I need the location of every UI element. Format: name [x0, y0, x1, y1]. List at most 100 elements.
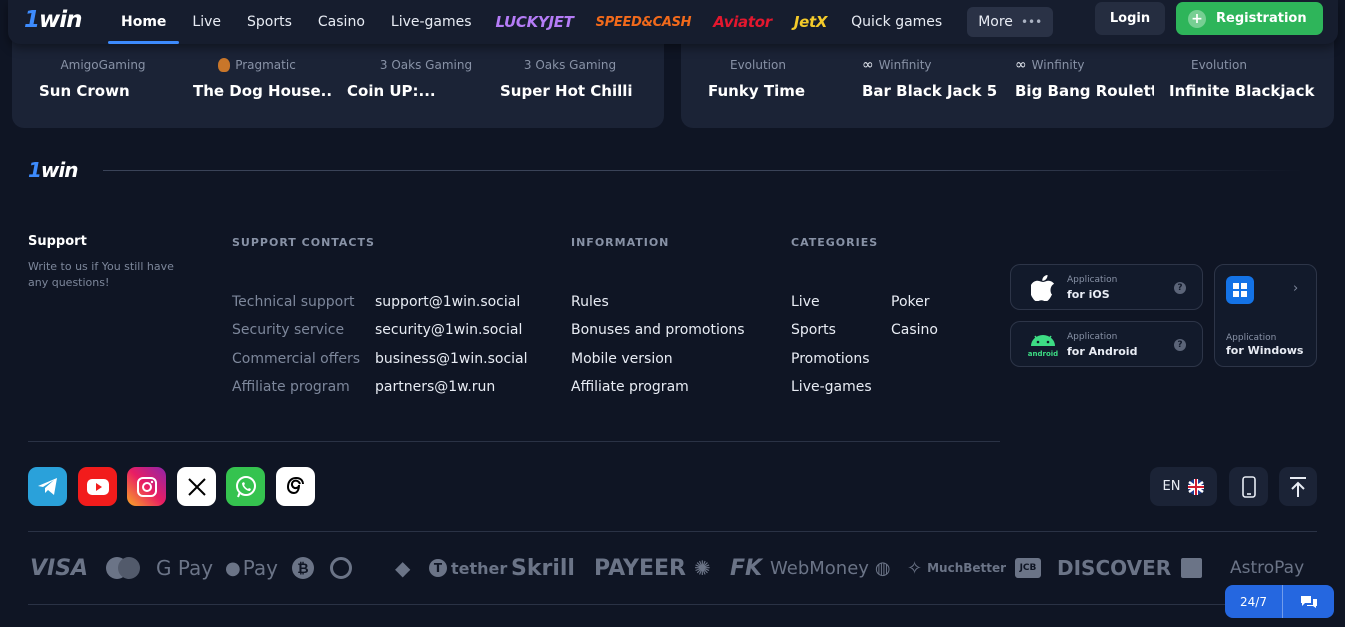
info-link-mobile[interactable]: Mobile version [571, 351, 673, 367]
whatsapp-icon [235, 475, 256, 497]
game-provider: 3 Oaks Gaming [379, 58, 473, 72]
chat-icon [1283, 585, 1334, 618]
contact-email[interactable]: security@1win.social [375, 322, 522, 338]
info-link-rules[interactable]: Rules [571, 294, 609, 310]
game-name: The Dog House... [193, 82, 332, 100]
nav-aviator-logo[interactable]: Aviator [702, 13, 783, 31]
threads-link[interactable] [276, 467, 315, 506]
registration-button[interactable]: + Registration [1176, 2, 1323, 35]
contact-label: Affiliate program [232, 379, 350, 395]
chat-availability: 24/7 [1225, 585, 1283, 618]
info-link-affiliate[interactable]: Affiliate program [571, 379, 689, 395]
contact-label: Commercial offers [232, 351, 361, 367]
game-card[interactable]: ∞ Winfinity Big Bang Roulette [1004, 56, 1154, 100]
categories-heading: CATEGORIES [791, 236, 879, 249]
category-link-casino[interactable]: Casino [891, 322, 938, 338]
more-label: More [978, 14, 1013, 30]
telegram-icon [37, 477, 57, 495]
category-link-live[interactable]: Live [791, 294, 820, 310]
top-navigation-bar: 1win Home Live Sports Casino Live-games … [8, 0, 1338, 44]
mobile-version-button[interactable] [1229, 467, 1268, 506]
mastercard-logo [106, 556, 140, 580]
youtube-icon [86, 478, 109, 495]
discover-logo: DISCOVER [1057, 556, 1172, 580]
game-card[interactable]: Pragmatic The Dog House... [182, 56, 332, 100]
visa-logo: VISA [30, 555, 89, 581]
app-windows-top: Application [1226, 333, 1277, 343]
nav-luckyjet-logo[interactable]: LUCKYJET [485, 13, 585, 31]
game-card[interactable]: AmigoGaming Sun Crown [28, 56, 178, 100]
nav-sports[interactable]: Sports [234, 0, 305, 44]
nav-home[interactable]: Home [108, 0, 180, 44]
contact-email[interactable]: business@1win.social [375, 351, 528, 367]
game-provider: Evolution [730, 58, 786, 72]
game-provider: Winfinity [1031, 58, 1085, 72]
game-provider: 3 Oaks Gaming [523, 58, 617, 72]
apple-small-icon: ● [225, 557, 241, 579]
chevron-right-icon: › [1293, 281, 1299, 296]
game-name: Funky Time [708, 82, 806, 100]
x-link[interactable] [177, 467, 216, 506]
qiwi-logo [330, 556, 352, 580]
category-link-live-games[interactable]: Live-games [791, 379, 872, 395]
login-button[interactable]: Login [1095, 2, 1165, 35]
contact-email[interactable]: partners@1w.run [375, 379, 495, 395]
contact-label: Security service [232, 322, 345, 338]
whatsapp-link[interactable] [226, 467, 265, 506]
more-button[interactable]: More ••• [967, 7, 1054, 37]
muchbetter-icon: ✧ [907, 557, 923, 579]
instagram-icon [136, 476, 157, 497]
nav-speed-cash-logo[interactable]: SPEED&CASH [585, 15, 703, 30]
game-card[interactable]: 3 Oaks Gaming Super Hot Chilli [490, 56, 640, 100]
fk-logo: FK [730, 555, 763, 581]
app-android-button[interactable]: android Application for Android ? [1010, 321, 1203, 367]
ellipsis-icon: ••• [1020, 15, 1043, 29]
astropay-logo: AstroPay [1230, 558, 1305, 578]
game-provider: Winfinity [878, 58, 932, 72]
game-name: Big Bang Roulette [1015, 82, 1154, 100]
apple-icon [1031, 275, 1055, 301]
telegram-link[interactable] [28, 467, 67, 506]
app-android-top: Application [1067, 332, 1118, 342]
game-provider-row: ∞ Winfinity [1004, 56, 1154, 74]
game-card[interactable]: Evolution Infinite Blackjack [1158, 56, 1318, 100]
windows-icon [1226, 276, 1254, 304]
app-windows-button[interactable]: › Application for Windows [1214, 264, 1317, 367]
brand-logo[interactable]: 1win [24, 7, 83, 33]
nav-jetx-logo[interactable]: JetX [783, 13, 838, 31]
x-icon [187, 477, 206, 496]
app-ios-button[interactable]: Application for iOS ? [1010, 264, 1203, 310]
help-icon: ? [1174, 282, 1186, 294]
nav-quick-games[interactable]: Quick games [838, 0, 955, 44]
game-name: Sun Crown [39, 82, 130, 100]
game-card[interactable]: ∞ Winfinity Bar Black Jack 5 [851, 56, 1001, 100]
game-card[interactable]: 3 Oaks Gaming Coin UP:... [336, 56, 486, 100]
contact-label: Technical support [232, 294, 355, 310]
svg-text:android: android [1028, 350, 1058, 358]
nav-live[interactable]: Live [179, 0, 234, 44]
category-link-poker[interactable]: Poker [891, 294, 930, 310]
game-card[interactable]: Evolution Funky Time [697, 56, 847, 100]
support-chat-widget[interactable]: 24/7 [1225, 585, 1334, 618]
payeer-logo: PAYEER [594, 555, 686, 581]
perfect-money-logo: ✺ [694, 556, 711, 580]
scroll-to-top-button[interactable] [1279, 467, 1317, 506]
support-contacts-heading: SUPPORT CONTACTS [232, 236, 375, 249]
android-icon: android [1028, 335, 1058, 358]
nav-live-games[interactable]: Live-games [378, 0, 485, 44]
contact-email[interactable]: support@1win.social [375, 294, 520, 310]
uk-flag-icon [1188, 478, 1205, 495]
instagram-link[interactable] [127, 467, 166, 506]
app-ios-top: Application [1067, 275, 1118, 285]
youtube-link[interactable] [78, 467, 117, 506]
info-link-bonuses[interactable]: Bonuses and promotions [571, 322, 745, 338]
main-nav: Home Live Sports Casino Live-games LUCKY… [108, 0, 1054, 44]
nav-casino[interactable]: Casino [305, 0, 378, 44]
category-link-promotions[interactable]: Promotions [791, 351, 870, 367]
threads-icon [286, 476, 304, 494]
language-selector[interactable]: EN [1150, 467, 1217, 506]
game-name: Coin UP:... [347, 82, 436, 100]
footer-logo[interactable]: 1win [28, 158, 78, 182]
category-link-sports[interactable]: Sports [791, 322, 836, 338]
muchbetter-logo: ✧ MuchBetter [907, 557, 1007, 579]
